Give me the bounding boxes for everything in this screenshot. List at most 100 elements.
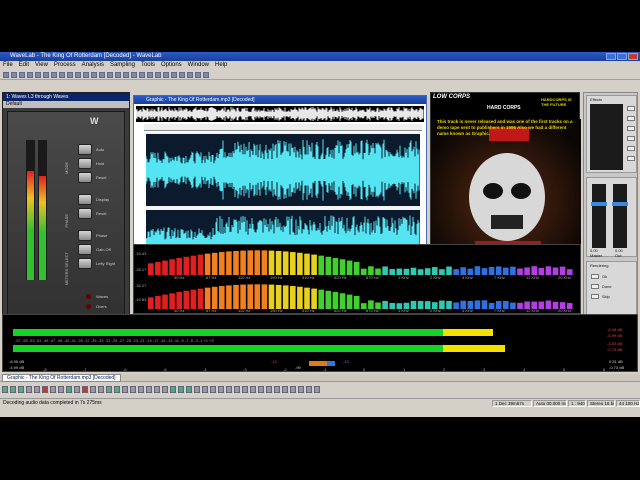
menu-item-options[interactable]: Options xyxy=(161,61,182,70)
plugin-phase-button[interactable] xyxy=(78,230,92,241)
toolbar-button[interactable] xyxy=(99,72,105,78)
transport-button[interactable] xyxy=(130,386,136,393)
transport-button[interactable] xyxy=(42,386,48,393)
menu-item-analysis[interactable]: Analysis xyxy=(82,61,104,70)
transport-button[interactable] xyxy=(58,386,64,393)
transport-button[interactable] xyxy=(306,386,312,393)
transport-button[interactable] xyxy=(282,386,288,393)
toolbar-button[interactable] xyxy=(19,72,25,78)
toolbar-button[interactable] xyxy=(187,72,193,78)
output-fader-track[interactable] xyxy=(613,184,627,248)
toolbar-button[interactable] xyxy=(51,72,57,78)
transport-button[interactable] xyxy=(210,386,216,393)
transport-button[interactable] xyxy=(218,386,224,393)
transport-button[interactable] xyxy=(202,386,208,393)
toolbar-button[interactable] xyxy=(11,72,17,78)
transport-button[interactable] xyxy=(194,386,200,393)
transport-button[interactable] xyxy=(18,386,24,393)
plugin-preset-field[interactable]: Default xyxy=(3,101,129,108)
toolbar-button[interactable] xyxy=(195,72,201,78)
transport-button[interactable] xyxy=(274,386,280,393)
toolbar-button[interactable] xyxy=(27,72,33,78)
plugin-lefty-right-button[interactable] xyxy=(78,258,92,269)
render-skip-button[interactable] xyxy=(591,294,599,299)
maximize-icon[interactable] xyxy=(617,53,627,60)
transport-button[interactable] xyxy=(298,386,304,393)
toolbar-button[interactable] xyxy=(83,72,89,78)
transport-button[interactable] xyxy=(122,386,128,393)
menu-item-sampling[interactable]: Sampling xyxy=(110,61,135,70)
transport-button[interactable] xyxy=(314,386,320,393)
plugin-reset-button[interactable] xyxy=(78,208,92,219)
menu-item-tools[interactable]: Tools xyxy=(141,61,155,70)
plugin-title[interactable]: 1: Waves L3 through Waves xyxy=(3,93,129,101)
render-done-button[interactable] xyxy=(591,284,599,289)
transport-button[interactable] xyxy=(186,386,192,393)
transport-button[interactable] xyxy=(66,386,72,393)
transport-button[interactable] xyxy=(178,386,184,393)
plugin-auto-button[interactable] xyxy=(78,144,92,155)
toolbar-button[interactable] xyxy=(131,72,137,78)
master-fader-handle[interactable] xyxy=(591,202,607,206)
toolbar-button[interactable] xyxy=(67,72,73,78)
waveform-window-title[interactable]: Graphic - The King Of Rotterdam.mp3 [Dec… xyxy=(134,96,426,104)
toolbar-button[interactable] xyxy=(155,72,161,78)
render-ok-button[interactable] xyxy=(591,274,599,279)
transport-button[interactable] xyxy=(34,386,40,393)
toolbar-button[interactable] xyxy=(203,72,209,78)
transport-button[interactable] xyxy=(26,386,32,393)
transport-button[interactable] xyxy=(106,386,112,393)
transport-button[interactable] xyxy=(74,386,80,393)
effect-slot-button[interactable] xyxy=(627,106,635,111)
transport-button[interactable] xyxy=(234,386,240,393)
transport-button[interactable] xyxy=(226,386,232,393)
toolbar-button[interactable] xyxy=(163,72,169,78)
plugin-reset-button[interactable] xyxy=(78,172,92,183)
menu-item-process[interactable]: Process xyxy=(54,61,76,70)
toolbar-button[interactable] xyxy=(147,72,153,78)
menu-item-view[interactable]: View xyxy=(35,61,48,70)
minimize-icon[interactable] xyxy=(606,53,616,60)
master-fader-track[interactable] xyxy=(592,184,606,248)
document-tab[interactable]: Graphic - The King Of Rotterdam.mp3 [Dec… xyxy=(2,374,121,382)
menu-item-help[interactable]: Help xyxy=(215,61,227,70)
toolbar-button[interactable] xyxy=(179,72,185,78)
output-fader-handle[interactable] xyxy=(612,202,628,206)
menu-item-file[interactable]: File xyxy=(3,61,13,70)
transport-button[interactable] xyxy=(98,386,104,393)
effect-slot-button[interactable] xyxy=(627,116,635,121)
menu-item-edit[interactable]: Edit xyxy=(19,61,29,70)
transport-button[interactable] xyxy=(154,386,160,393)
transport-button[interactable] xyxy=(266,386,272,393)
toolbar-button[interactable] xyxy=(91,72,97,78)
toolbar-button[interactable] xyxy=(139,72,145,78)
toolbar-button[interactable] xyxy=(123,72,129,78)
transport-button[interactable] xyxy=(138,386,144,393)
toolbar-button[interactable] xyxy=(59,72,65,78)
transport-button[interactable] xyxy=(114,386,120,393)
plugin-display-button[interactable] xyxy=(78,194,92,205)
toolbar-button[interactable] xyxy=(35,72,41,78)
transport-button[interactable] xyxy=(50,386,56,393)
close-icon[interactable] xyxy=(628,53,638,60)
waveform-overview[interactable] xyxy=(136,106,424,122)
time-ruler[interactable] xyxy=(144,124,422,131)
transport-button[interactable] xyxy=(162,386,168,393)
plugin-hold-button[interactable] xyxy=(78,158,92,169)
transport-button[interactable] xyxy=(258,386,264,393)
transport-button[interactable] xyxy=(250,386,256,393)
plugin-gain-off-button[interactable] xyxy=(78,244,92,255)
toolbar-button[interactable] xyxy=(43,72,49,78)
transport-button[interactable] xyxy=(2,386,8,393)
effects-slot-list[interactable] xyxy=(590,104,623,170)
transport-button[interactable] xyxy=(146,386,152,393)
window-titlebar[interactable]: WaveLab - The King Of Rotterdam [Decoded… xyxy=(0,52,640,61)
transport-button[interactable] xyxy=(290,386,296,393)
transport-button[interactable] xyxy=(170,386,176,393)
effect-slot-button[interactable] xyxy=(627,136,635,141)
toolbar-button[interactable] xyxy=(115,72,121,78)
transport-button[interactable] xyxy=(10,386,16,393)
transport-button[interactable] xyxy=(90,386,96,393)
effect-slot-button[interactable] xyxy=(627,156,635,161)
effect-slot-button[interactable] xyxy=(627,146,635,151)
